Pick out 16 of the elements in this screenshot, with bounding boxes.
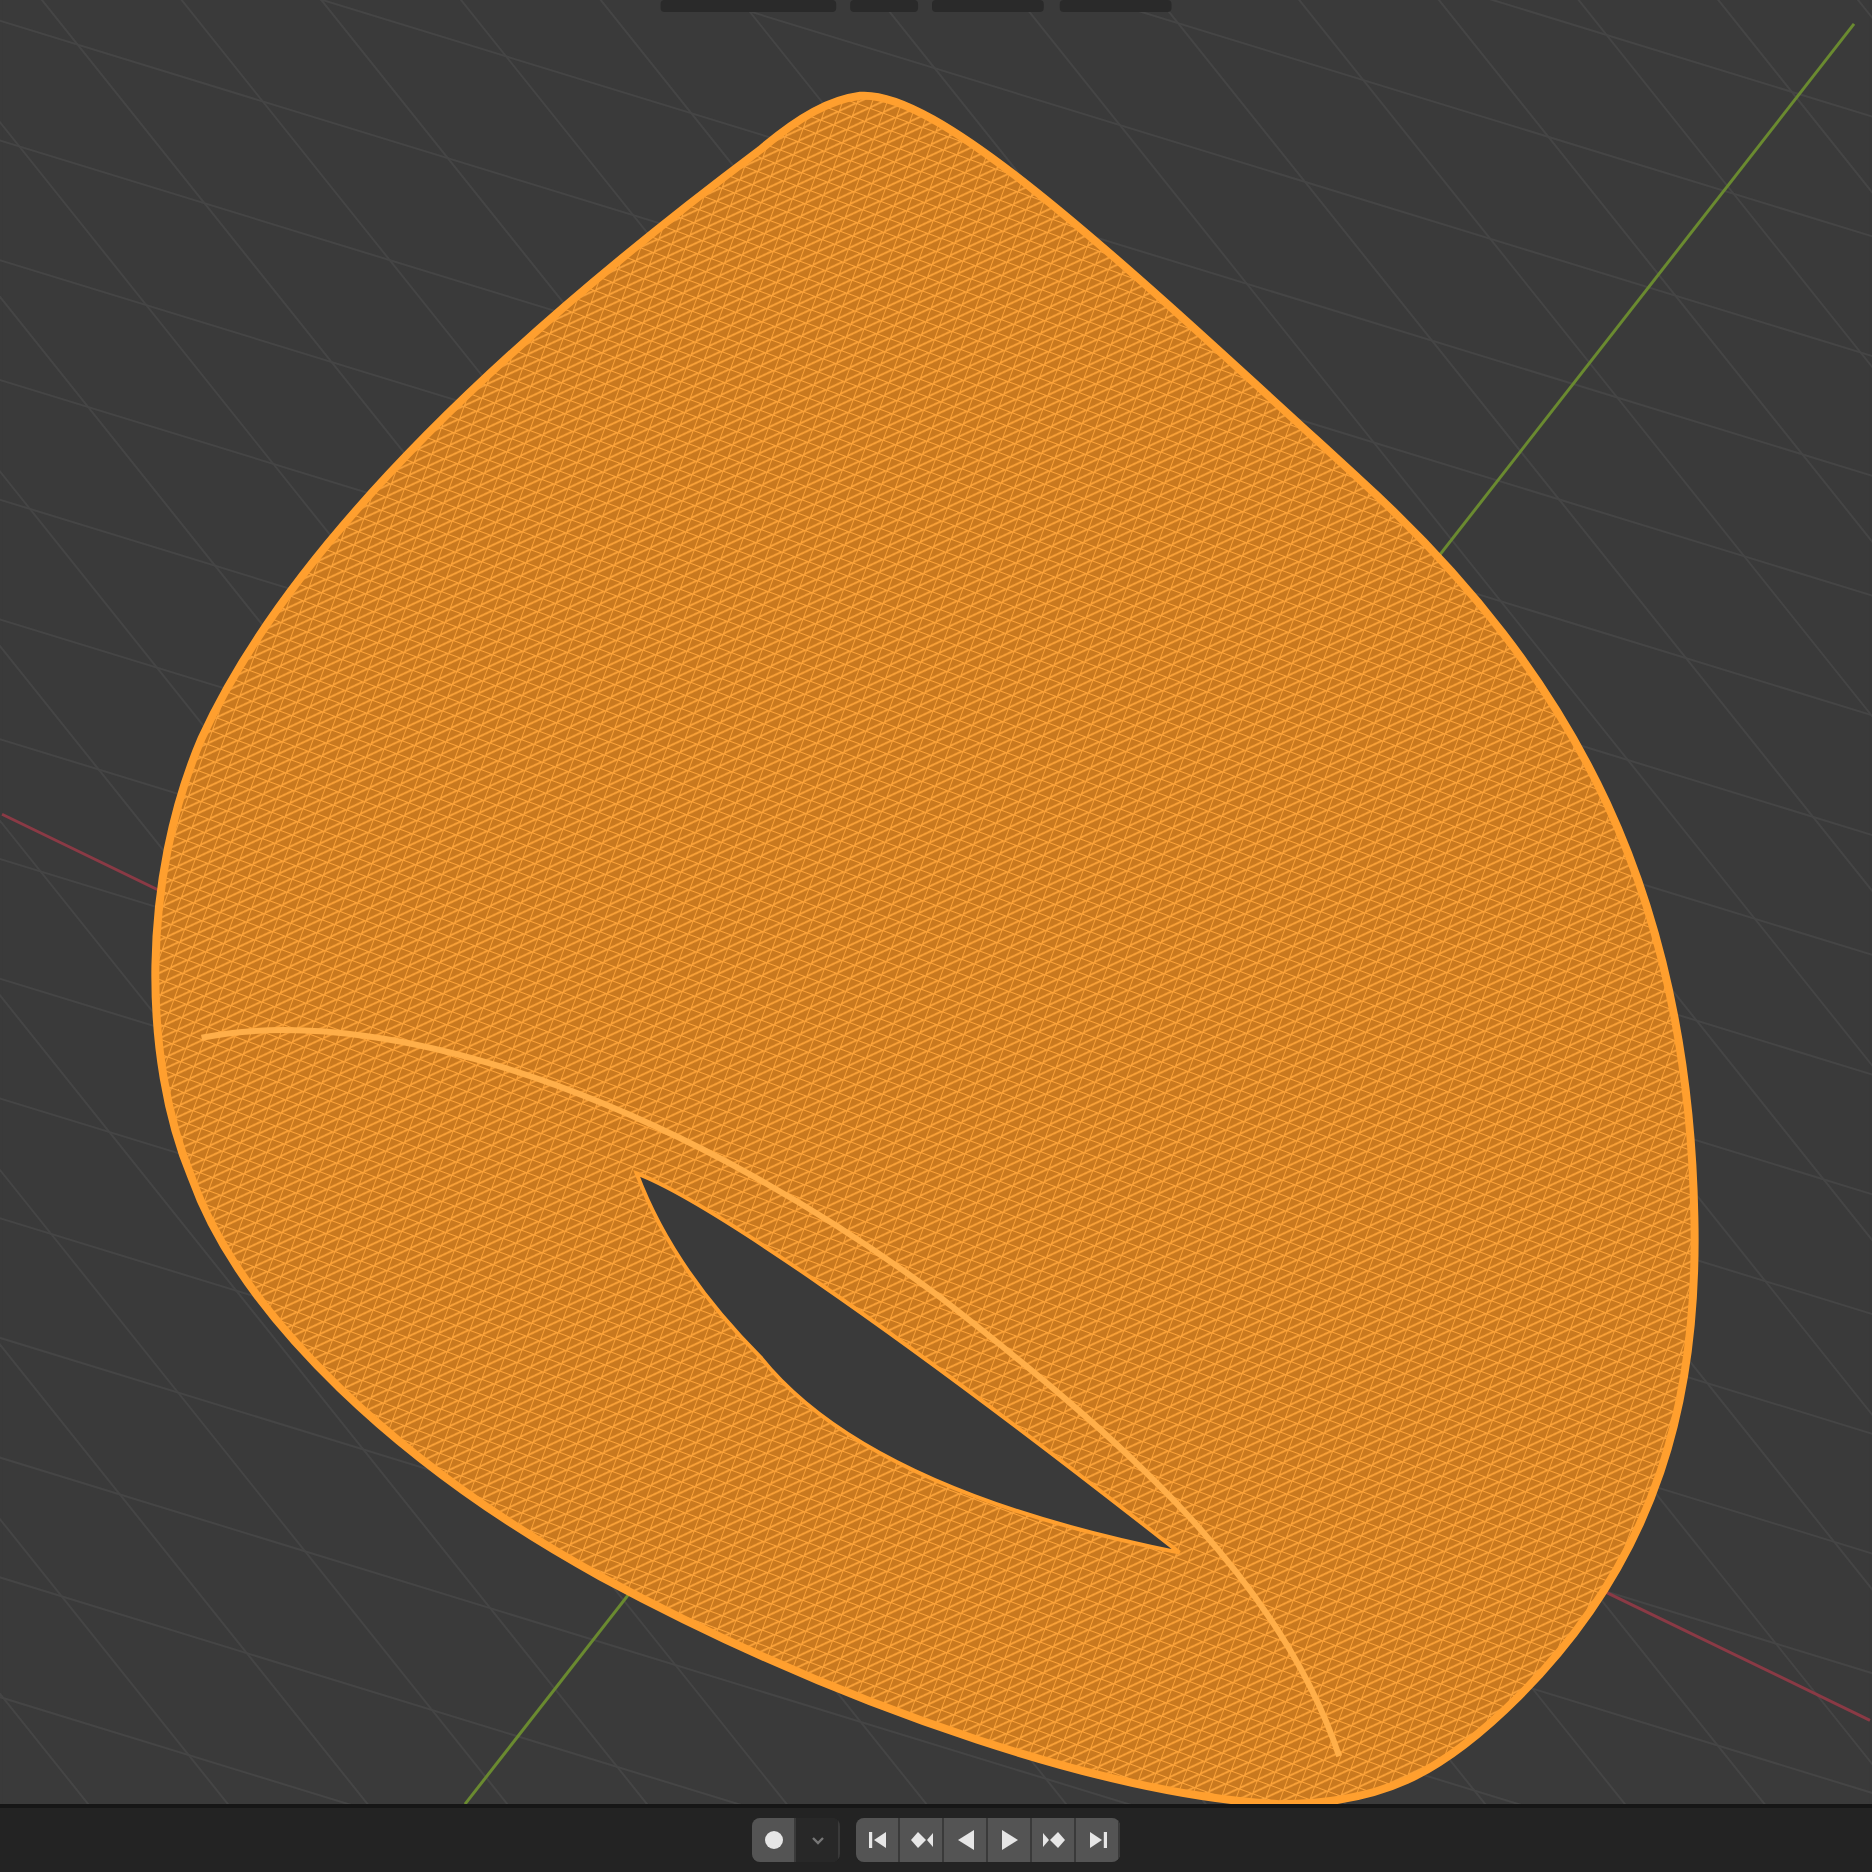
play-reverse-icon: [953, 1828, 977, 1853]
record-button[interactable]: [752, 1818, 796, 1863]
skip-back-icon: [865, 1828, 889, 1853]
previous-keyframe-icon: [909, 1828, 933, 1853]
jump-to-end-button[interactable]: [1076, 1818, 1120, 1863]
jump-to-start-button[interactable]: [856, 1818, 900, 1863]
next-keyframe-icon: [1041, 1828, 1065, 1853]
3d-viewport[interactable]: [0, 0, 1872, 1805]
play-button[interactable]: [988, 1818, 1032, 1863]
next-keyframe-button[interactable]: [1032, 1818, 1076, 1863]
skip-forward-icon: [1085, 1828, 1109, 1853]
previous-keyframe-button[interactable]: [900, 1818, 944, 1863]
play-reverse-button[interactable]: [944, 1818, 988, 1863]
play-icon: [997, 1828, 1021, 1853]
ring-mesh-drawing[interactable]: [151, 91, 1699, 1805]
record-icon: [761, 1828, 785, 1853]
